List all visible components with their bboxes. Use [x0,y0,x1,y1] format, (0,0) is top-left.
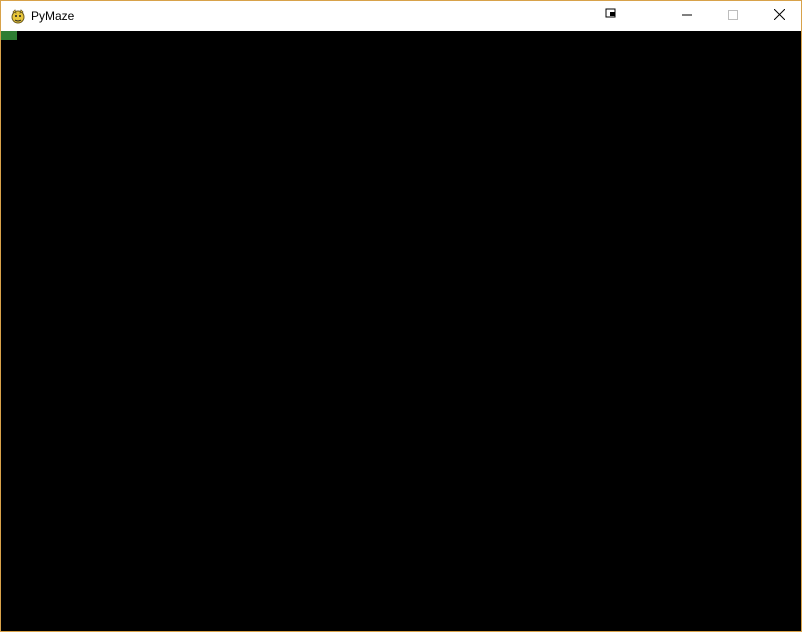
minimize-icon [682,7,692,25]
window-title: PyMaze [31,9,75,23]
game-canvas[interactable] [1,31,801,631]
close-icon [773,7,785,25]
maximize-button[interactable] [710,1,756,31]
close-button[interactable] [756,1,802,31]
maximize-icon [728,7,738,25]
title-bar[interactable]: PyMaze [1,1,801,31]
compact-overlay-button[interactable] [599,1,623,31]
player-cell [1,31,17,40]
app-window: PyMaze [0,0,802,632]
pygame-icon [10,8,26,24]
minimize-button[interactable] [664,1,710,31]
compact-overlay-icon [605,7,617,25]
